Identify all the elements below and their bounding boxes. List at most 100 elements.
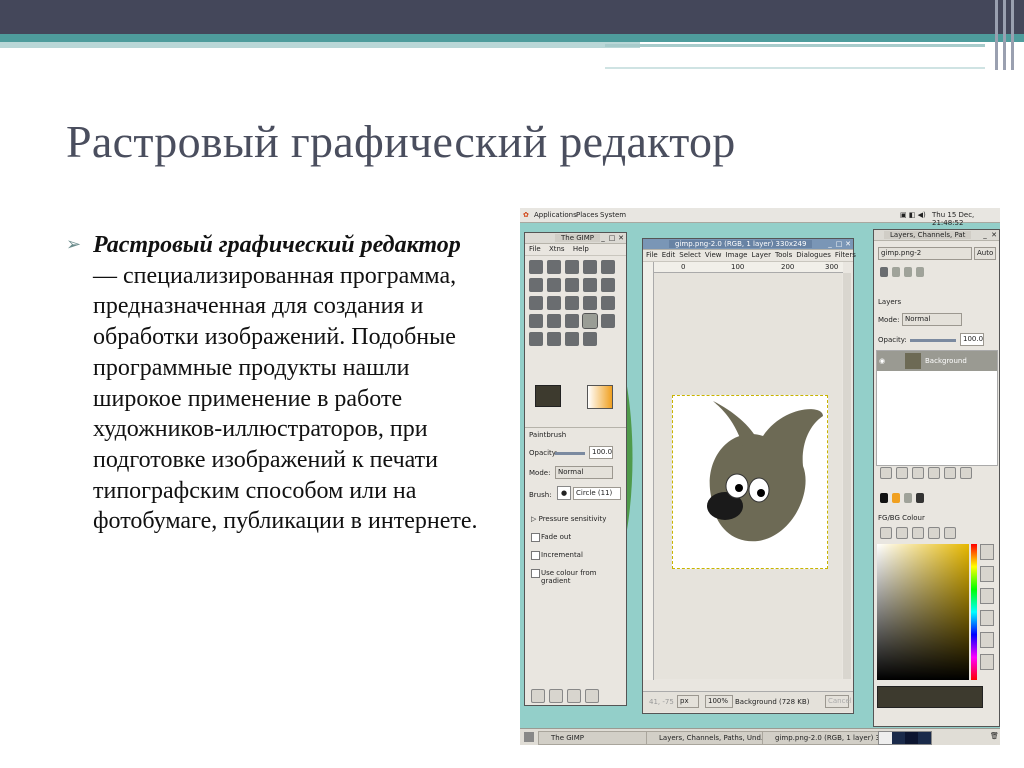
use-gradient-checkbox[interactable]: [531, 569, 540, 578]
move-tool-icon[interactable]: [601, 278, 615, 292]
taskbar-item-toolbox[interactable]: The GIMP: [538, 731, 652, 745]
image-menu-tools[interactable]: Tools: [775, 251, 792, 259]
pressure-expander[interactable]: ▷ Pressure sensitivity: [531, 515, 606, 523]
color-picker-tool-icon[interactable]: [565, 278, 579, 292]
save-options-icon[interactable]: [531, 689, 545, 703]
incremental-checkbox[interactable]: [531, 551, 540, 560]
delete-options-icon[interactable]: [567, 689, 581, 703]
raise-layer-icon[interactable]: [896, 467, 908, 479]
layers-mode-select[interactable]: Normal: [902, 313, 962, 326]
clone-tool-icon[interactable]: [547, 332, 561, 346]
menu-applications[interactable]: Applications: [534, 211, 577, 219]
image-menu-edit[interactable]: Edit: [662, 251, 676, 259]
eye-icon[interactable]: ◉: [879, 357, 885, 365]
image-menu-dialogues[interactable]: Dialogues: [796, 251, 831, 259]
anchor-layer-icon[interactable]: [944, 467, 956, 479]
opacity-input[interactable]: 100.0: [589, 446, 613, 459]
image-menu-image[interactable]: Image: [726, 251, 748, 259]
panel-clock[interactable]: Thu 15 Dec, 21:48:52: [932, 211, 1000, 227]
ellipse-select-tool-icon[interactable]: [547, 260, 561, 274]
gimp-selector-icon[interactable]: [880, 527, 892, 539]
cancel-button[interactable]: Cancel: [825, 695, 852, 708]
channel-r-toggle[interactable]: [980, 610, 994, 626]
close-button[interactable]: ✕: [990, 231, 998, 239]
blend-tool-icon[interactable]: [547, 314, 561, 328]
toolbox-menu-xtns[interactable]: Xtns: [549, 245, 565, 253]
paintbrush-tool-icon[interactable]: [582, 313, 598, 329]
scale-tool-icon[interactable]: [565, 296, 579, 310]
auto-button[interactable]: Auto: [974, 247, 996, 260]
zoom-tool-icon[interactable]: [583, 278, 597, 292]
scales-selector-icon[interactable]: [944, 527, 956, 539]
tab-gradient[interactable]: [904, 493, 912, 503]
hue-slider[interactable]: [971, 544, 977, 680]
toolbox-menu-help[interactable]: Help: [573, 245, 589, 253]
fg-color-swatch[interactable]: [535, 385, 561, 407]
gnome-foot-icon[interactable]: ✿: [523, 211, 529, 219]
lower-layer-icon[interactable]: [912, 467, 924, 479]
color-select-tool-icon[interactable]: [601, 260, 615, 274]
workspace-switcher[interactable]: [878, 731, 932, 745]
fade-out-checkbox[interactable]: [531, 533, 540, 542]
taskbar-item-image[interactable]: gimp.png-2.0 (RGB, 1 layer) 3...: [762, 731, 886, 745]
current-color-swatch[interactable]: [877, 686, 983, 708]
rotate-tool-icon[interactable]: [547, 296, 561, 310]
fuzzy-select-tool-icon[interactable]: [583, 260, 597, 274]
channel-h-toggle[interactable]: [980, 544, 994, 560]
maximize-button[interactable]: □: [835, 240, 843, 248]
water-selector-icon[interactable]: [928, 527, 940, 539]
free-select-tool-icon[interactable]: [565, 260, 579, 274]
gradient-swatch[interactable]: [587, 385, 613, 409]
image-menu-layer[interactable]: Layer: [751, 251, 771, 259]
zoom-select[interactable]: 100%: [705, 695, 733, 708]
image-selector[interactable]: gimp.png-2: [878, 247, 972, 260]
bucket-fill-tool-icon[interactable]: [529, 314, 543, 328]
layers-dock-titlebar[interactable]: Layers, Channels, Pat _ ✕: [874, 230, 999, 241]
vertical-scrollbar[interactable]: [843, 273, 851, 679]
menu-system[interactable]: System: [600, 211, 626, 219]
tab-paths[interactable]: [904, 267, 912, 277]
layers-opacity-input[interactable]: 100.0: [960, 333, 984, 346]
image-menu-file[interactable]: File: [646, 251, 658, 259]
tab-layers[interactable]: [880, 267, 888, 277]
toolbox-titlebar[interactable]: The GIMP _ □ ✕: [525, 233, 626, 244]
paths-tool-icon[interactable]: [547, 278, 561, 292]
minimize-button[interactable]: _: [981, 231, 989, 239]
image-titlebar[interactable]: gimp.png-2.0 (RGB, 1 layer) 330x249 _ □ …: [643, 239, 853, 250]
channel-s-toggle[interactable]: [980, 566, 994, 582]
layers-opacity-slider[interactable]: [910, 339, 956, 342]
taskbar-item-layers[interactable]: Layers, Channels, Paths, Und...: [646, 731, 770, 745]
image-canvas[interactable]: [672, 395, 828, 569]
toolbox-menu-file[interactable]: File: [529, 245, 541, 253]
shear-tool-icon[interactable]: [583, 296, 597, 310]
tab-undo[interactable]: [916, 267, 924, 277]
opacity-slider[interactable]: [555, 452, 585, 455]
delete-layer-icon[interactable]: [960, 467, 972, 479]
brush-preview-icon[interactable]: ●: [557, 486, 571, 500]
channel-g-toggle[interactable]: [980, 632, 994, 648]
show-desktop-icon[interactable]: [524, 732, 534, 742]
duplicate-layer-icon[interactable]: [928, 467, 940, 479]
crop-tool-icon[interactable]: [529, 296, 543, 310]
close-button[interactable]: ✕: [617, 234, 625, 242]
image-menu-filters[interactable]: Filters: [835, 251, 856, 259]
restore-options-icon[interactable]: [549, 689, 563, 703]
rect-select-tool-icon[interactable]: [529, 260, 543, 274]
channel-b-toggle[interactable]: [980, 654, 994, 670]
layer-row[interactable]: ◉ Background: [877, 351, 997, 371]
tab-channels[interactable]: [892, 267, 900, 277]
menu-places[interactable]: Places: [576, 211, 598, 219]
reset-options-icon[interactable]: [585, 689, 599, 703]
airbrush-tool-icon[interactable]: [529, 332, 543, 346]
minimize-button[interactable]: _: [599, 234, 607, 242]
close-button[interactable]: ✕: [844, 240, 852, 248]
image-menu-select[interactable]: Select: [679, 251, 701, 259]
tab-palette[interactable]: [892, 493, 900, 503]
image-menu-view[interactable]: View: [705, 251, 722, 259]
canvas-area[interactable]: [654, 273, 842, 679]
tab-pattern[interactable]: [916, 493, 924, 503]
pencil-tool-icon[interactable]: [565, 314, 579, 328]
smudge-tool-icon[interactable]: [565, 332, 579, 346]
eraser-tool-icon[interactable]: [601, 314, 615, 328]
mode-select[interactable]: Normal: [555, 466, 613, 479]
